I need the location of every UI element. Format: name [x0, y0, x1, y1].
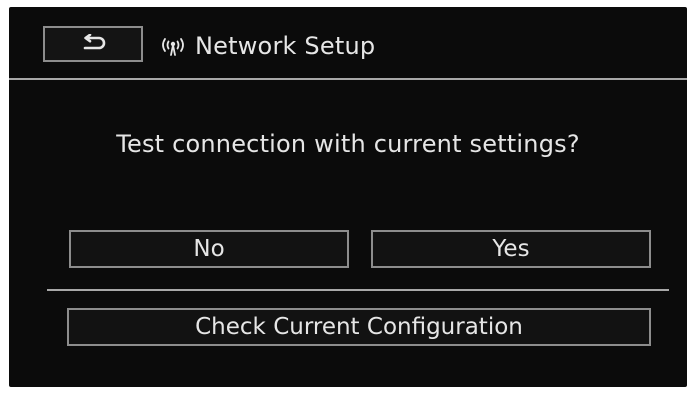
section-divider [47, 289, 669, 291]
confirmation-question: Test connection with current settings? [116, 130, 580, 158]
wireless-antenna-icon [159, 35, 187, 57]
header-divider [9, 78, 687, 80]
no-button[interactable]: No [69, 230, 349, 268]
header-bar: Network Setup [9, 7, 687, 80]
title-group: Network Setup [159, 28, 375, 64]
camera-screen: Network Setup Test connection with curre… [9, 7, 687, 387]
page-title: Network Setup [195, 32, 376, 60]
back-button[interactable] [43, 26, 143, 62]
check-configuration-button[interactable]: Check Current Configuration [67, 308, 651, 346]
yes-button[interactable]: Yes [371, 230, 651, 268]
return-arrow-icon [79, 34, 107, 54]
